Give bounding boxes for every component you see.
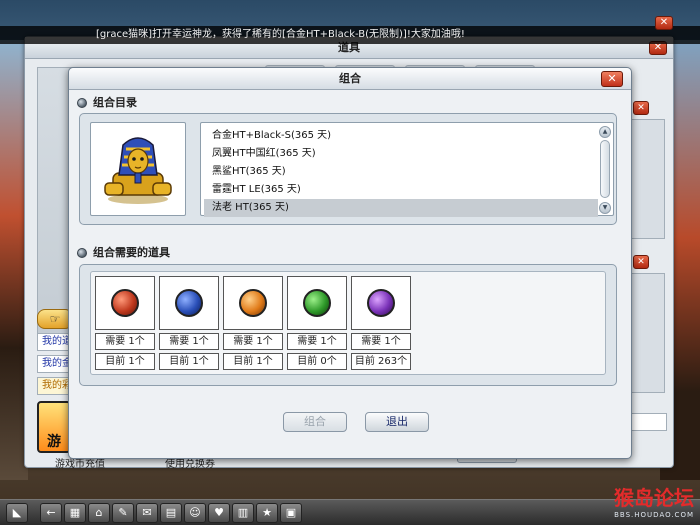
owned-count: 目前 1个 xyxy=(159,353,219,370)
catalog-panel: 合金HT+Black-S(365 天) 凤翼HT中国红(365 天) 黑鲨HT(… xyxy=(79,113,617,225)
catalog-scrollbar[interactable]: ▲ ▼ xyxy=(599,126,611,214)
book-icon[interactable]: ▥ xyxy=(232,502,254,523)
side-panel xyxy=(629,273,665,393)
green-gem-icon xyxy=(303,289,331,317)
scroll-down-icon[interactable]: ▼ xyxy=(599,202,611,214)
catalog-item-selected[interactable]: 法老 HT(365 天) xyxy=(204,199,598,217)
start-icon[interactable]: ◣ xyxy=(6,502,28,523)
catalog-item[interactable]: 黑鲨HT(365 天) xyxy=(209,163,286,181)
dialog-title: 组合 xyxy=(69,68,631,90)
purple-gem-slot xyxy=(351,276,411,330)
back-icon[interactable]: ← xyxy=(40,502,62,523)
top-close-icon[interactable]: ✕ xyxy=(655,16,673,30)
required-count: 需要 1个 xyxy=(95,333,155,350)
owned-count: 目前 263个 xyxy=(351,353,411,370)
required-item-slot[interactable]: 需要 1个 目前 1个 xyxy=(95,276,155,370)
catalog-heading: 组合目录 xyxy=(77,96,137,110)
combine-button[interactable]: 组合 xyxy=(283,412,347,432)
shop-icon[interactable]: ▦ xyxy=(64,502,86,523)
side-close-icon[interactable]: ✕ xyxy=(633,101,649,115)
required-count: 需要 1个 xyxy=(159,333,219,350)
owned-count: 目前 1个 xyxy=(223,353,283,370)
mail-icon[interactable]: ✉ xyxy=(136,502,158,523)
required-count: 需要 1个 xyxy=(223,333,283,350)
bullet-icon xyxy=(77,248,87,258)
required-heading: 组合需要的道具 xyxy=(77,246,170,260)
pharaoh-sphinx-icon xyxy=(90,122,186,216)
forum-watermark: 猴岛论坛 BBS.HOUDAO.COM xyxy=(614,482,694,519)
red-gem-slot xyxy=(95,276,155,330)
red-gem-icon xyxy=(111,289,139,317)
required-item-slot[interactable]: 需要 1个 目前 1个 xyxy=(159,276,219,370)
catalog-heading-label: 组合目录 xyxy=(93,96,137,109)
required-items-grid: 需要 1个 目前 1个 需要 1个 目前 1个 需要 1个 目前 1个 需要 1… xyxy=(90,271,606,375)
tool-icon[interactable]: ✎ xyxy=(112,502,134,523)
calendar-icon[interactable]: ▤ xyxy=(160,502,182,523)
image-icon[interactable]: ▣ xyxy=(280,502,302,523)
watermark-subtitle: BBS.HOUDAO.COM xyxy=(614,511,694,519)
catalog-item[interactable]: 凤翼HT中国红(365 天) xyxy=(209,145,316,163)
exit-button[interactable]: 退出 xyxy=(365,412,429,432)
required-item-slot[interactable]: 需要 1个 目前 0个 xyxy=(287,276,347,370)
side-panel xyxy=(629,119,665,239)
blue-gem-icon xyxy=(175,289,203,317)
side-close-icon[interactable]: ✕ xyxy=(633,255,649,269)
required-heading-label: 组合需要的道具 xyxy=(93,246,170,259)
catalog-item[interactable]: 合金HT+Black-S(365 天) xyxy=(209,127,331,145)
scroll-up-icon[interactable]: ▲ xyxy=(599,126,611,138)
green-gem-slot xyxy=(287,276,347,330)
combine-catalog-list[interactable]: 合金HT+Black-S(365 天) 凤翼HT中国红(365 天) 黑鲨HT(… xyxy=(200,122,614,217)
stars-icon[interactable]: ★ xyxy=(256,502,278,523)
owned-count: 目前 1个 xyxy=(95,353,155,370)
owned-count: 目前 0个 xyxy=(287,353,347,370)
broadcast-banner: [grace猫咪]打开幸运神龙，获得了稀有的[合金HT+Black-B(无限制)… xyxy=(0,26,700,44)
scroll-thumb[interactable] xyxy=(600,140,610,198)
blue-gem-slot xyxy=(159,276,219,330)
game-tile-button[interactable]: 游 xyxy=(37,401,71,453)
catalog-item[interactable]: 雷霆HT LE(365 天) xyxy=(209,181,301,199)
gift-icon[interactable]: ♥ xyxy=(208,502,230,523)
purple-gem-icon xyxy=(367,289,395,317)
watermark-title: 猴岛论坛 xyxy=(614,486,694,510)
dialog-close-button[interactable]: ✕ xyxy=(601,71,623,87)
orange-gem-icon xyxy=(239,289,267,317)
orange-gem-slot xyxy=(223,276,283,330)
combine-dialog: 组合 ✕ 组合目录 合金HT+Black-S(365 天) 凤翼HT中国红(36… xyxy=(68,67,632,459)
required-items-panel: 需要 1个 目前 1个 需要 1个 目前 1个 需要 1个 目前 1个 需要 1… xyxy=(79,264,617,386)
required-item-slot[interactable]: 需要 1个 目前 1个 xyxy=(223,276,283,370)
bullet-icon xyxy=(77,98,87,108)
required-item-slot[interactable]: 需要 1个 目前 263个 xyxy=(351,276,411,370)
required-count: 需要 1个 xyxy=(351,333,411,350)
taskbar: ◣ ← ▦ ⌂ ✎ ✉ ▤ ☺ ♥ ▥ ★ ▣ xyxy=(0,499,700,525)
friends-icon[interactable]: ☺ xyxy=(184,502,206,523)
home-icon[interactable]: ⌂ xyxy=(88,502,110,523)
required-count: 需要 1个 xyxy=(287,333,347,350)
